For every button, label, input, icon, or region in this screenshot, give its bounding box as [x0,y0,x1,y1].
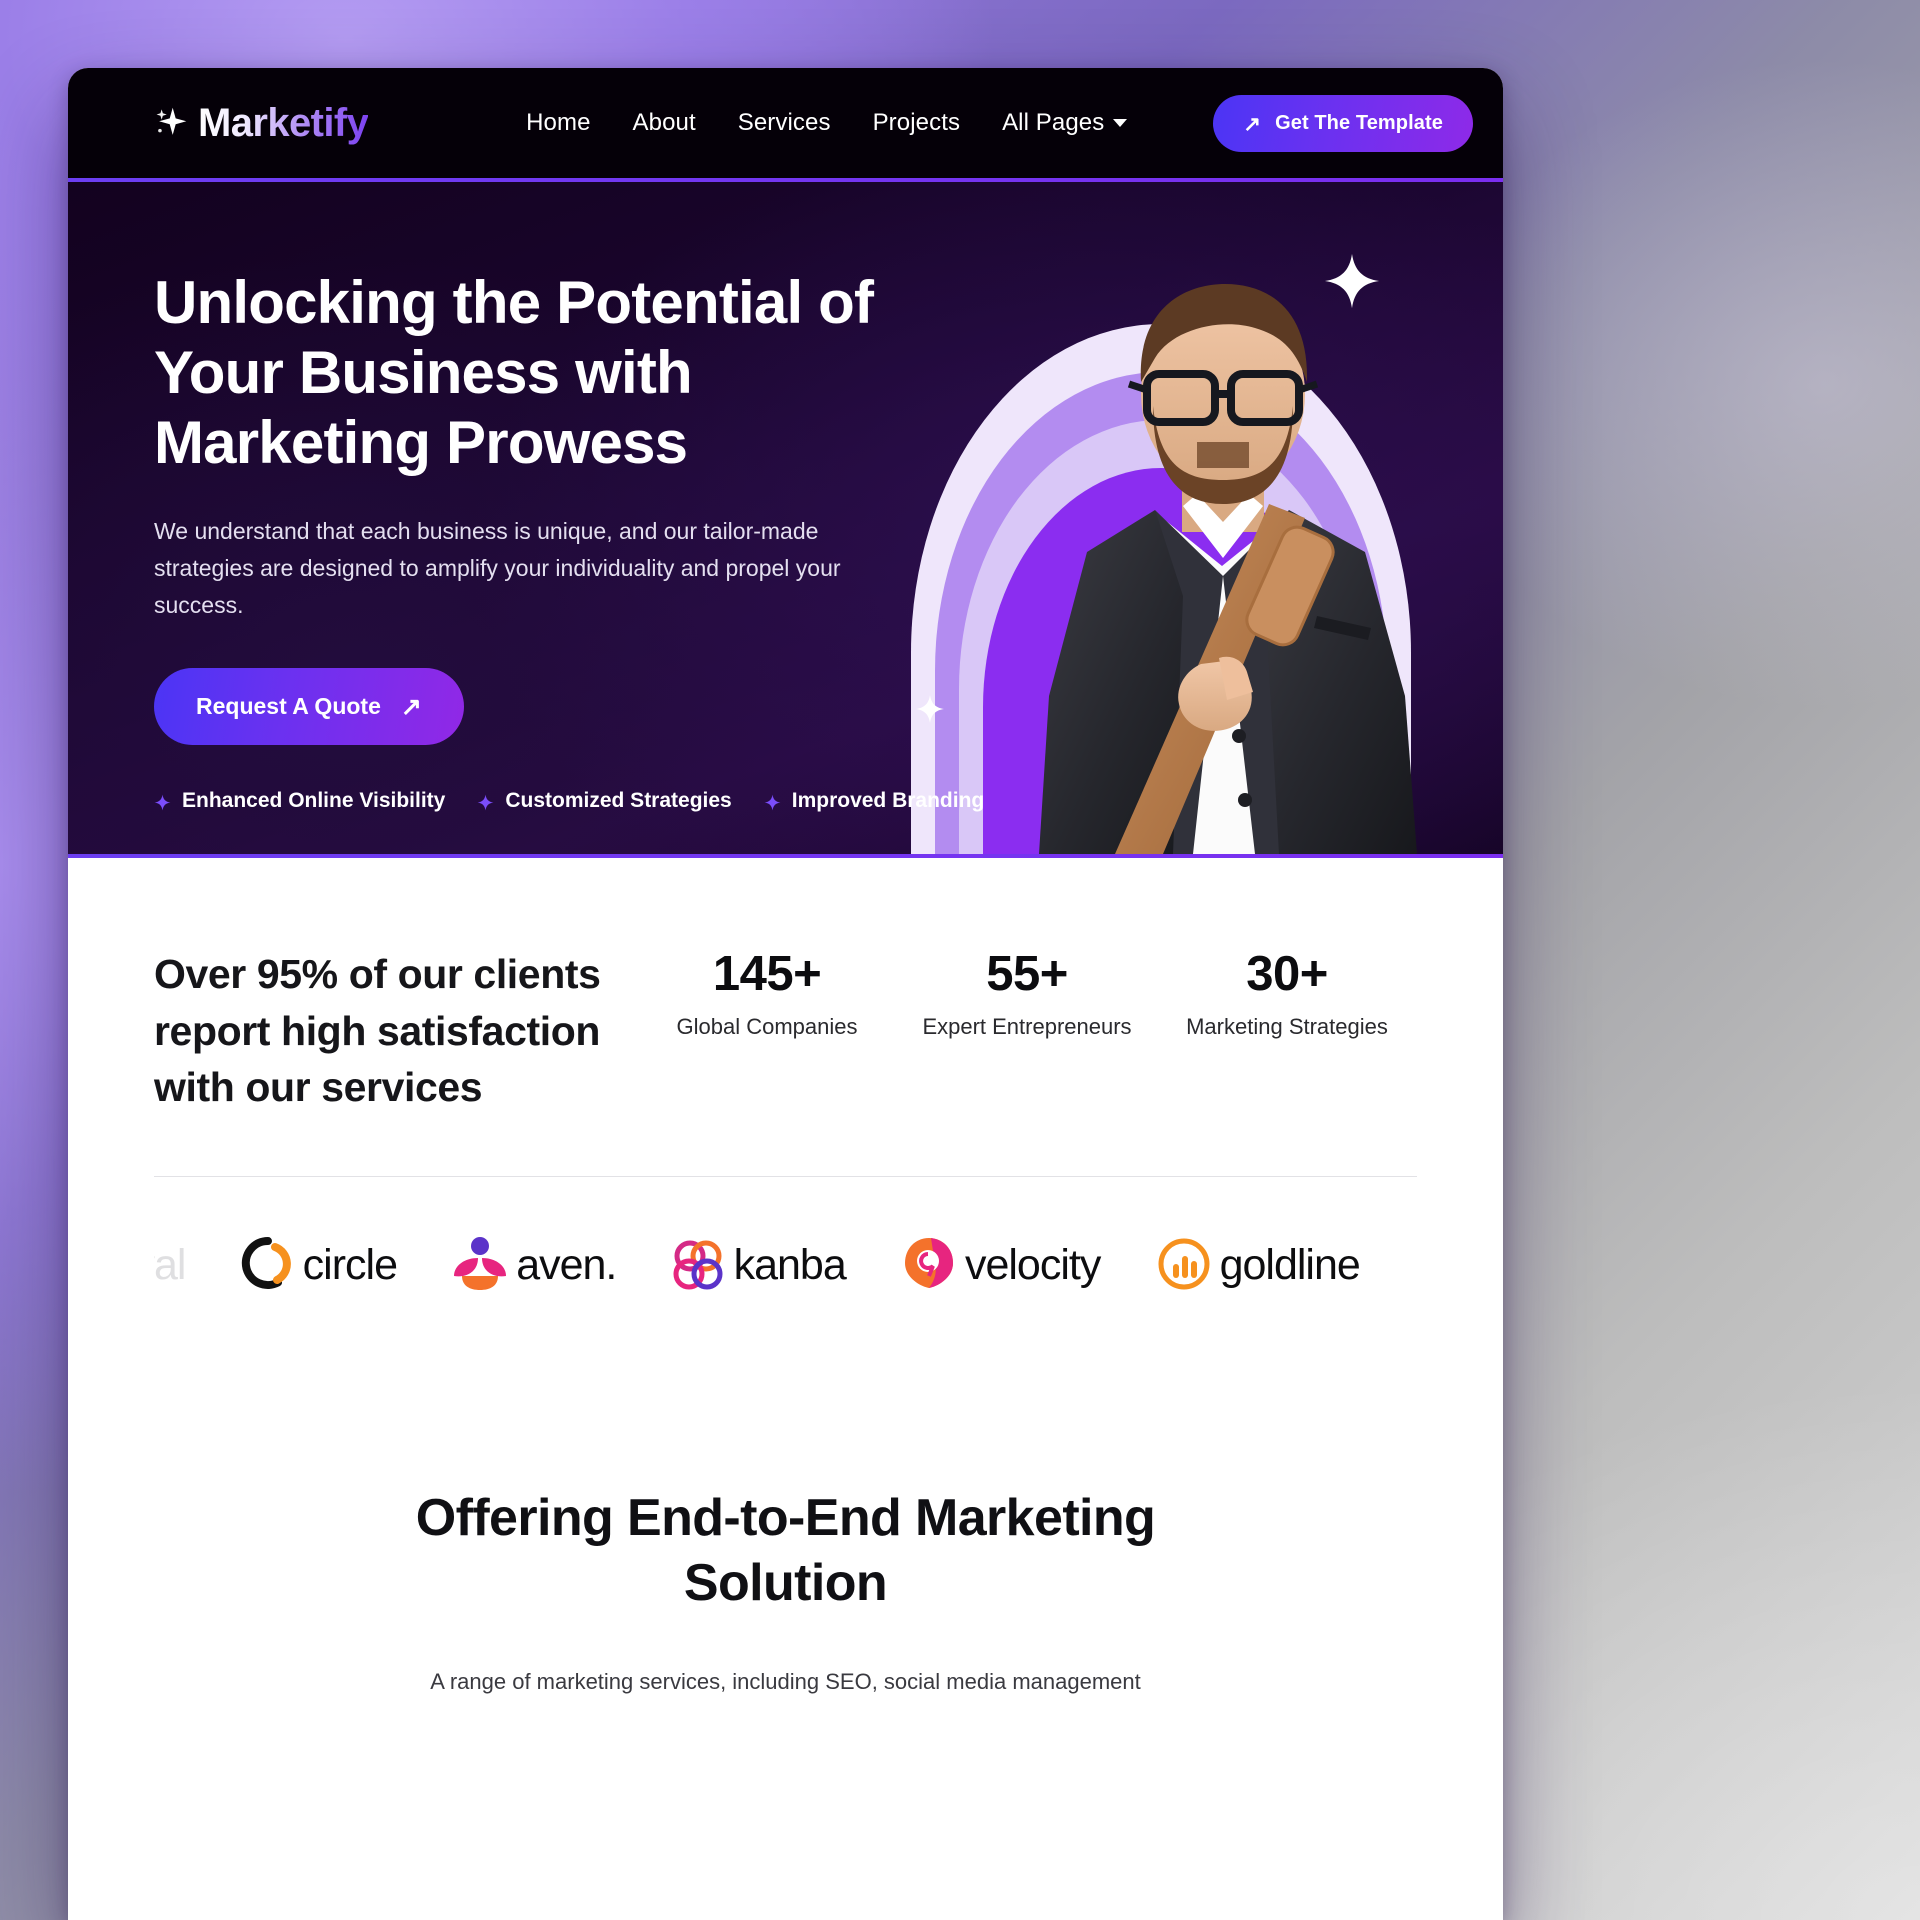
nav-links: Home About Services Projects All Pages ↗… [526,94,1473,152]
hero-feature-item: Enhanced Online Visibility [154,789,445,813]
light-section: Over 95% of our clients report high sati… [68,858,1503,1699]
nav-item-about[interactable]: About [633,109,696,137]
nav-item-all-pages[interactable]: All Pages [1002,109,1128,137]
hero-feature-item: Customized Strategies [477,789,732,813]
arrow-up-right-icon: ↗ [1243,112,1262,136]
get-the-template-button[interactable]: ↗ Get The Template [1213,94,1473,152]
hero-subtext: We understand that each business is uniq… [154,517,841,619]
end-section-paragraph: A range of marketing services, including… [430,1668,1141,1694]
hero-visual [893,182,1503,854]
hero-heading: Unlocking the Potential of Your Business… [154,269,874,477]
client-logo-label: aven. [516,1240,617,1289]
client-logo-petal [1415,1235,1417,1296]
hero-feature-list: Enhanced Online Visibility Customized St… [154,789,984,813]
nav-item-projects[interactable]: Projects [873,109,961,137]
stat-label: Global Companies [676,1014,858,1039]
client-logo-dival: dival [154,1240,186,1290]
bar-chart-sun-mark-icon [1156,1236,1212,1295]
brand-logo[interactable]: Marketify [154,100,369,146]
website-mockup-frame: Marketify Home About Services Projects A… [68,68,1503,1920]
hero-feature-label: Improved Branding [791,789,985,813]
end-to-end-section: Offering End-to-End Marketing Solution A… [154,1354,1417,1699]
stat-label: Expert Entrepreneurs [922,1014,1132,1039]
nav-item-home[interactable]: Home [526,109,590,137]
client-logo-goldline: goldline [1156,1236,1361,1295]
end-section-heading: Offering End-to-End Marketing Solution [415,1488,1156,1612]
stat-items: 145+ Global Companies 55+ Expert Entrepr… [637,946,1417,1040]
client-logo-velocity: velocity [901,1236,1101,1295]
stat-item: 55+ Expert Entrepreneurs [897,946,1157,1040]
stats-row: Over 95% of our clients report high sati… [154,858,1417,1176]
interlocking-circles-mark-icon [672,1236,726,1295]
petal-mark-icon [1415,1235,1417,1296]
request-a-quote-label: Request A Quote [196,693,381,720]
client-logo-aven: aven. [452,1236,617,1295]
stat-item: 145+ Global Companies [637,946,897,1040]
sparkle-bullet-icon [154,793,171,811]
stat-value: 55+ [986,947,1068,1001]
pin-nine-mark-icon [901,1236,957,1295]
hero-content: Unlocking the Potential of Your Business… [68,182,984,813]
nav-item-services[interactable]: Services [738,109,831,137]
stats-heading: Over 95% of our clients report high sati… [154,951,601,1111]
hero-person-image [1039,284,1417,854]
stat-label: Marketing Strategies [1186,1014,1388,1039]
client-logo-strip: dival circle [154,1177,1417,1354]
request-a-quote-button[interactable]: Request A Quote ↗ [154,668,464,746]
client-logo-label: kanba [733,1240,847,1289]
nav-item-all-pages-label: All Pages [1002,109,1105,136]
circle-ring-mark-icon [241,1236,295,1295]
client-logo-label: velocity [964,1240,1101,1289]
client-logo-label: goldline [1219,1240,1361,1289]
sparkle-icon [154,106,188,140]
arrow-up-right-icon: ↗ [400,693,422,722]
hero-section: Unlocking the Potential of Your Business… [68,182,1503,854]
chevron-down-icon [1113,119,1128,127]
top-navigation-bar: Marketify Home About Services Projects A… [68,68,1503,178]
client-logo-label: dival [154,1240,186,1289]
client-logo-kanba: kanba [672,1236,847,1295]
lotus-mark-icon [452,1236,508,1295]
get-the-template-label: Get The Template [1275,111,1443,134]
hero-feature-item: Improved Branding [764,789,985,813]
brand-name: Marketify [198,100,369,145]
stat-value: 145+ [712,947,822,1001]
sparkle-bullet-icon [477,793,494,811]
hero-feature-label: Customized Strategies [505,789,732,813]
sparkle-bullet-icon [764,793,781,811]
client-logo-circle: circle [241,1236,398,1295]
stat-value: 30+ [1246,947,1328,1001]
sparkle-decoration-icon [1323,252,1381,315]
stat-item: 30+ Marketing Strategies [1157,946,1417,1040]
hero-feature-label: Enhanced Online Visibility [182,789,446,813]
client-logo-label: circle [302,1240,398,1289]
